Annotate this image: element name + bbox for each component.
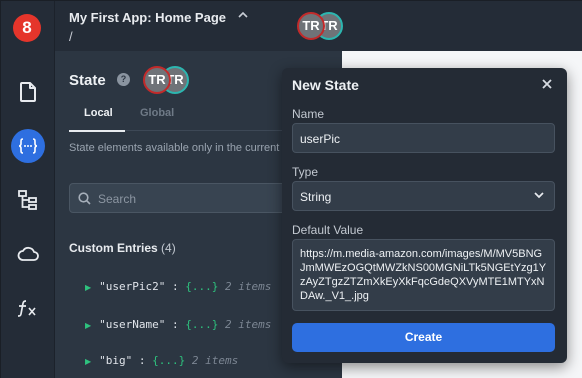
avatar[interactable]: TR xyxy=(143,66,171,94)
page-title[interactable]: My First App: Home Page xyxy=(69,10,226,25)
search-icon xyxy=(78,192,91,205)
default-value-label: Default Value xyxy=(292,223,364,237)
custom-entries-heading: Custom Entries (4) xyxy=(69,241,176,255)
function-icon[interactable] xyxy=(11,291,45,325)
new-state-dialog: New State Name userPic Type String Defau… xyxy=(282,68,567,363)
avatar[interactable]: TR xyxy=(297,12,325,40)
page-icon[interactable] xyxy=(11,75,45,109)
name-label: Name xyxy=(292,107,325,121)
state-panel-title: State xyxy=(69,72,106,89)
top-header: My First App: Home Page / TR TR xyxy=(55,1,582,51)
app-logo[interactable]: 8 xyxy=(13,14,41,42)
list-item[interactable]: ▶ "userName" : {...} 2 items xyxy=(85,318,271,331)
collaborator-avatars: TR TR xyxy=(143,66,189,94)
page-path: / xyxy=(69,29,73,44)
name-field[interactable]: userPic xyxy=(292,123,555,153)
cloud-icon[interactable] xyxy=(11,237,45,271)
collaborator-avatars: TR TR xyxy=(297,12,343,40)
chevron-down-icon xyxy=(534,192,544,199)
left-icon-rail: 8 xyxy=(1,1,55,378)
expand-arrow-icon[interactable]: ▶ xyxy=(85,283,91,292)
list-item[interactable]: ▶ "big" : {...} 2 items xyxy=(85,354,238,367)
tab-global[interactable]: Global xyxy=(140,107,174,119)
search-placeholder: Search xyxy=(98,192,137,206)
chevron-up-icon[interactable] xyxy=(238,10,248,21)
close-icon[interactable] xyxy=(541,74,553,95)
default-value-field[interactable]: https://m.media-amazon.com/images/M/MV5B… xyxy=(292,239,555,311)
list-item[interactable]: ▶ "userPic2" : {...} 2 items xyxy=(85,280,271,293)
create-button[interactable]: Create xyxy=(292,323,555,352)
type-select[interactable]: String xyxy=(292,181,555,211)
state-braces-icon[interactable] xyxy=(11,129,45,163)
help-icon[interactable]: ? xyxy=(117,73,130,86)
active-tab-indicator xyxy=(69,130,125,132)
expand-arrow-icon[interactable]: ▶ xyxy=(85,357,91,366)
tab-local[interactable]: Local xyxy=(84,107,113,119)
type-label: Type xyxy=(292,165,319,179)
app-window: 8 My First App: Home Page / TR TR State … xyxy=(0,0,582,378)
expand-arrow-icon[interactable]: ▶ xyxy=(85,321,91,330)
tree-icon[interactable] xyxy=(11,183,45,217)
dialog-title: New State xyxy=(292,77,359,93)
